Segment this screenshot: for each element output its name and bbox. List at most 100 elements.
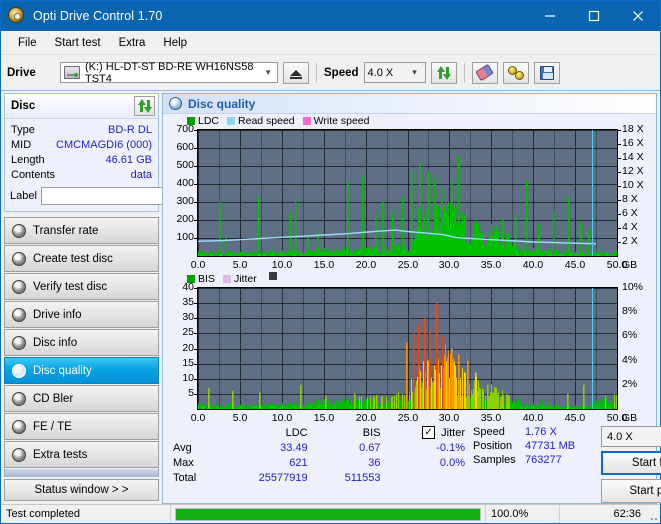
bis-chart-plot — [197, 287, 618, 410]
stats-avg-ldc: 33.49 — [280, 441, 308, 454]
stats-avg-jitter: -0.1% — [436, 441, 465, 454]
disc-icon — [12, 419, 26, 434]
status-window-button[interactable]: Status window > > — [4, 479, 159, 501]
menu-item-start-test[interactable]: Start test — [46, 34, 110, 52]
stats-col-jitter: ✓ Jitter — [385, 425, 469, 440]
disc-icon — [12, 279, 26, 294]
maximize-icon[interactable] — [572, 1, 616, 31]
y-axis-tick — [194, 220, 197, 221]
disc-refresh-button[interactable] — [134, 96, 155, 116]
legend-label: LDC — [198, 114, 220, 127]
jitter-checkbox[interactable]: ✓ — [422, 426, 436, 439]
disc-row-mid-value: CMCMAGDI6 (000) — [56, 139, 152, 151]
sidebar-item-transfer-rate[interactable]: Transfer rate — [4, 217, 159, 244]
erase-button[interactable] — [471, 61, 498, 84]
save-button[interactable] — [533, 61, 560, 84]
x-axis-tick-label: 10.0 — [271, 412, 293, 424]
legend-entry-jitter: Jitter — [222, 272, 257, 285]
y-axis-tick-label: 35 — [182, 296, 194, 308]
page-title: Disc quality — [188, 96, 256, 111]
y-axis-tick — [194, 148, 197, 149]
sidebar-item-extra-tests[interactable]: Extra tests — [4, 441, 159, 468]
test-speed-select[interactable]: 4.0 X ▾ — [601, 426, 661, 447]
sidebar-item-cd-bler[interactable]: CD Bler — [4, 385, 159, 412]
speed-readout-label: Speed — [473, 426, 505, 438]
x-axis-tick-label: 35.0 — [480, 259, 502, 271]
y-axis-tick-label: 400 — [176, 177, 194, 189]
drive-select[interactable]: (K:) HL-DT-ST BD-RE WH16NS58 TST4 ▾ — [60, 61, 278, 85]
legend-label: Jitter — [233, 272, 257, 285]
y2-axis-tick-label: 8% — [622, 305, 638, 317]
stats-row-label: Avg — [173, 441, 192, 454]
chevron-down-icon: ▾ — [265, 67, 271, 77]
legend-swatch — [302, 116, 311, 125]
start-full-button[interactable]: Start full — [601, 451, 661, 475]
test-speed-value: 4.0 X — [607, 430, 633, 443]
readout-and-actions: Speed 1.76 X Position 47731 MB Samples 7… — [473, 425, 661, 503]
y-axis-tick-label: 300 — [176, 195, 194, 207]
x-axis-tick-label: 45.0 — [564, 259, 586, 271]
disc-icon — [12, 447, 26, 462]
sidebar-item-fe-te[interactable]: FE / TE — [4, 413, 159, 440]
action-buttons: 4.0 X ▾ Start full Start part — [601, 425, 661, 503]
panel-header: Disc quality — [163, 94, 656, 114]
disc-icon — [12, 307, 26, 322]
sidebar-item-drive-info[interactable]: Drive info — [4, 301, 159, 328]
toolbar-divider-2 — [463, 62, 465, 83]
x-axis-unit-label: GB — [622, 259, 638, 271]
menu-item-help[interactable]: Help — [154, 34, 196, 52]
table-header-row: LDC BIS ✓ Jitter — [169, 425, 469, 440]
y-axis-tick-label: 500 — [176, 159, 194, 171]
sidebar-item-disc-quality[interactable]: Disc quality — [4, 357, 159, 384]
refresh-button[interactable] — [430, 61, 457, 84]
left-sidebar: Disc Type BD-R DL MID CMCMAGDI6 (000) Le… — [4, 93, 249, 504]
x-axis-tick-label: 40.0 — [522, 412, 544, 424]
y2-axis-tick-label: 12 X — [622, 165, 644, 177]
y2-axis-tick-label: 6% — [622, 329, 638, 341]
disc-icon — [12, 391, 26, 406]
y2-axis-tick-label: 10% — [622, 281, 644, 293]
resize-grip-icon[interactable] — [646, 505, 660, 523]
ldc-chart-plot — [197, 129, 618, 257]
progress-track — [175, 507, 481, 521]
sidebar-nav: Transfer rate Create test disc Verify te… — [4, 217, 159, 468]
speed-readout-value: 1.76 X — [525, 426, 557, 438]
y2-axis-tick-label: 14 X — [622, 151, 644, 163]
disc-label-row: Label — [10, 186, 249, 206]
sidebar-item-disc-info[interactable]: Disc info — [4, 329, 159, 356]
close-icon[interactable] — [616, 1, 660, 31]
sidebar-item-create-test-disc[interactable]: Create test disc — [4, 245, 159, 272]
sidebar-item-verify-test-disc[interactable]: Verify test disc — [4, 273, 159, 300]
stats-col-bis: BIS — [362, 426, 381, 439]
y2-axis-tick-label: 2 X — [622, 235, 638, 247]
gold-discs-button[interactable] — [502, 61, 529, 84]
speed-select[interactable]: 4.0 X ▾ — [363, 62, 426, 83]
y2-axis-tick-label: 10 X — [622, 179, 644, 191]
samples-readout-label: Samples — [473, 454, 516, 466]
ldc-chart-legend: LDC Read speed Write speed — [165, 114, 654, 127]
y2-axis-tick — [618, 228, 621, 229]
legend-entry-read-speed: Read speed — [227, 115, 295, 127]
stats-table: LDC BIS ✓ Jitter Avg 33.49 0.67 -0.1% Ma… — [169, 425, 469, 485]
disc-label-key: Label — [10, 190, 37, 202]
menu-item-extra[interactable]: Extra — [110, 34, 155, 52]
table-row: Avg 33.49 0.67 -0.1% — [169, 440, 469, 455]
disc-row-contents: Contents data — [10, 168, 153, 183]
legend-swatch — [227, 116, 236, 125]
window-title: Opti Drive Control 1.70 — [33, 9, 163, 23]
menu-item-file[interactable]: File — [9, 34, 46, 52]
eject-button[interactable] — [283, 61, 309, 84]
ldc-chart: LDC Read speed Write speed 100 200 300 400 5… — [165, 114, 654, 272]
y-axis-tick-label: 40 — [182, 281, 194, 293]
y-axis-tick — [194, 303, 197, 304]
stats-max-ldc: 621 — [289, 456, 308, 469]
disc-groupbox: Disc Type BD-R DL MID CMCMAGDI6 (000) Le… — [4, 93, 249, 212]
bis-plot-area[interactable]: 5 10 15 20 25 30 35 40 2% 4% 6% 8% 10% 0.0 5.0 10.0 15.0… — [165, 281, 654, 425]
minimize-icon[interactable] — [528, 1, 572, 31]
start-part-button[interactable]: Start part — [601, 479, 661, 503]
y-axis-tick-label: 10 — [182, 372, 194, 384]
ldc-plot-area[interactable]: 100 200 300 400 500 600 700 2 X 4 X 6 X 8 X 10 X 12 … — [165, 123, 654, 272]
y2-axis-tick — [618, 172, 621, 173]
y-axis-tick-label: 30 — [182, 311, 194, 323]
y2-axis-tick — [618, 158, 621, 159]
